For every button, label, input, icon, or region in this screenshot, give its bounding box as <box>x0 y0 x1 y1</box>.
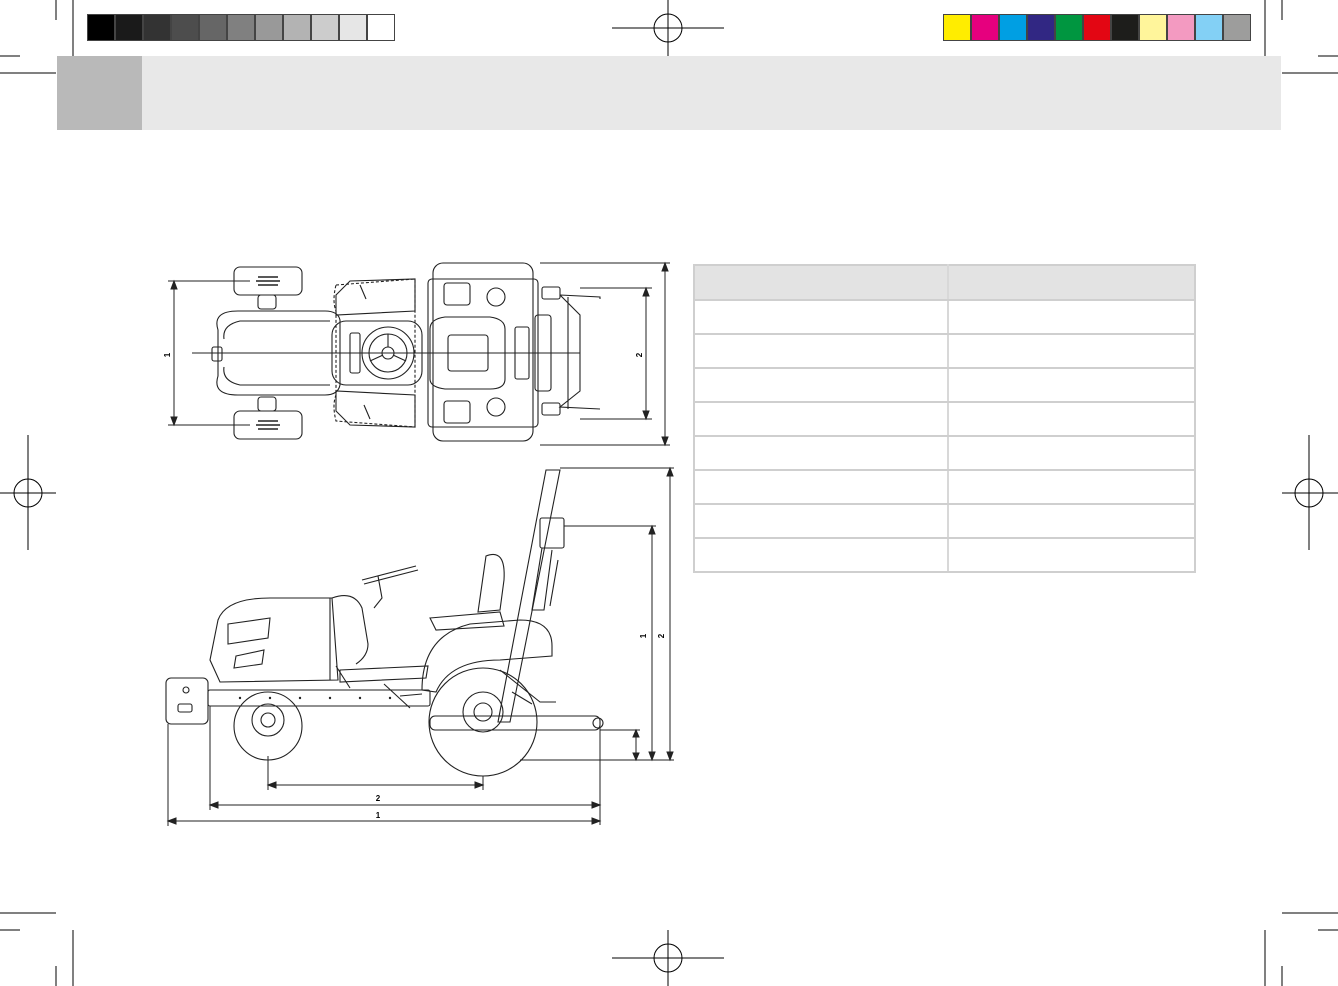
table-row <box>694 504 1195 539</box>
side-height-dim-1-label: 1 <box>639 633 648 638</box>
table-row <box>694 470 1195 505</box>
dimensions-spec-table <box>693 264 1196 573</box>
table-cell <box>694 300 949 335</box>
table-header-row <box>694 265 1195 301</box>
table-row <box>694 402 1195 437</box>
registration-target-left <box>0 435 56 550</box>
side-length-dim-2-label: 2 <box>376 794 381 803</box>
registration-target-top <box>612 0 724 56</box>
table-cell <box>948 402 1195 437</box>
table-row <box>694 538 1195 573</box>
table-cell <box>948 334 1195 369</box>
registration-target-bottom <box>612 930 724 986</box>
table-cell <box>948 538 1195 573</box>
table-cell <box>694 436 949 471</box>
table-cell <box>694 368 949 403</box>
table-cell <box>694 538 949 573</box>
table-header-cell <box>694 265 949 301</box>
top-dim-2-label: 2 <box>635 352 644 357</box>
tractor-top-view-drawing: 1 2 <box>163 261 670 447</box>
table-row <box>694 300 1195 335</box>
table-cell <box>948 436 1195 471</box>
table-row <box>694 436 1195 471</box>
table-cell <box>694 504 949 539</box>
registration-target-right <box>1282 435 1338 550</box>
table-cell <box>948 470 1195 505</box>
table-cell <box>948 300 1195 335</box>
side-length-dim-1-label: 1 <box>376 811 381 820</box>
table-header-cell <box>948 265 1195 301</box>
top-dim-1-label: 1 <box>163 352 172 357</box>
table-cell <box>694 402 949 437</box>
table-cell <box>948 368 1195 403</box>
table-cell <box>948 504 1195 539</box>
table-row <box>694 334 1195 369</box>
table-row <box>694 368 1195 403</box>
side-height-dim-2-label: 2 <box>657 633 666 638</box>
tractor-side-view-drawing: 1 2 2 1 <box>165 466 674 826</box>
header-band <box>57 56 1281 130</box>
table-cell <box>694 334 949 369</box>
table-cell <box>694 470 949 505</box>
chapter-tab <box>57 56 142 130</box>
